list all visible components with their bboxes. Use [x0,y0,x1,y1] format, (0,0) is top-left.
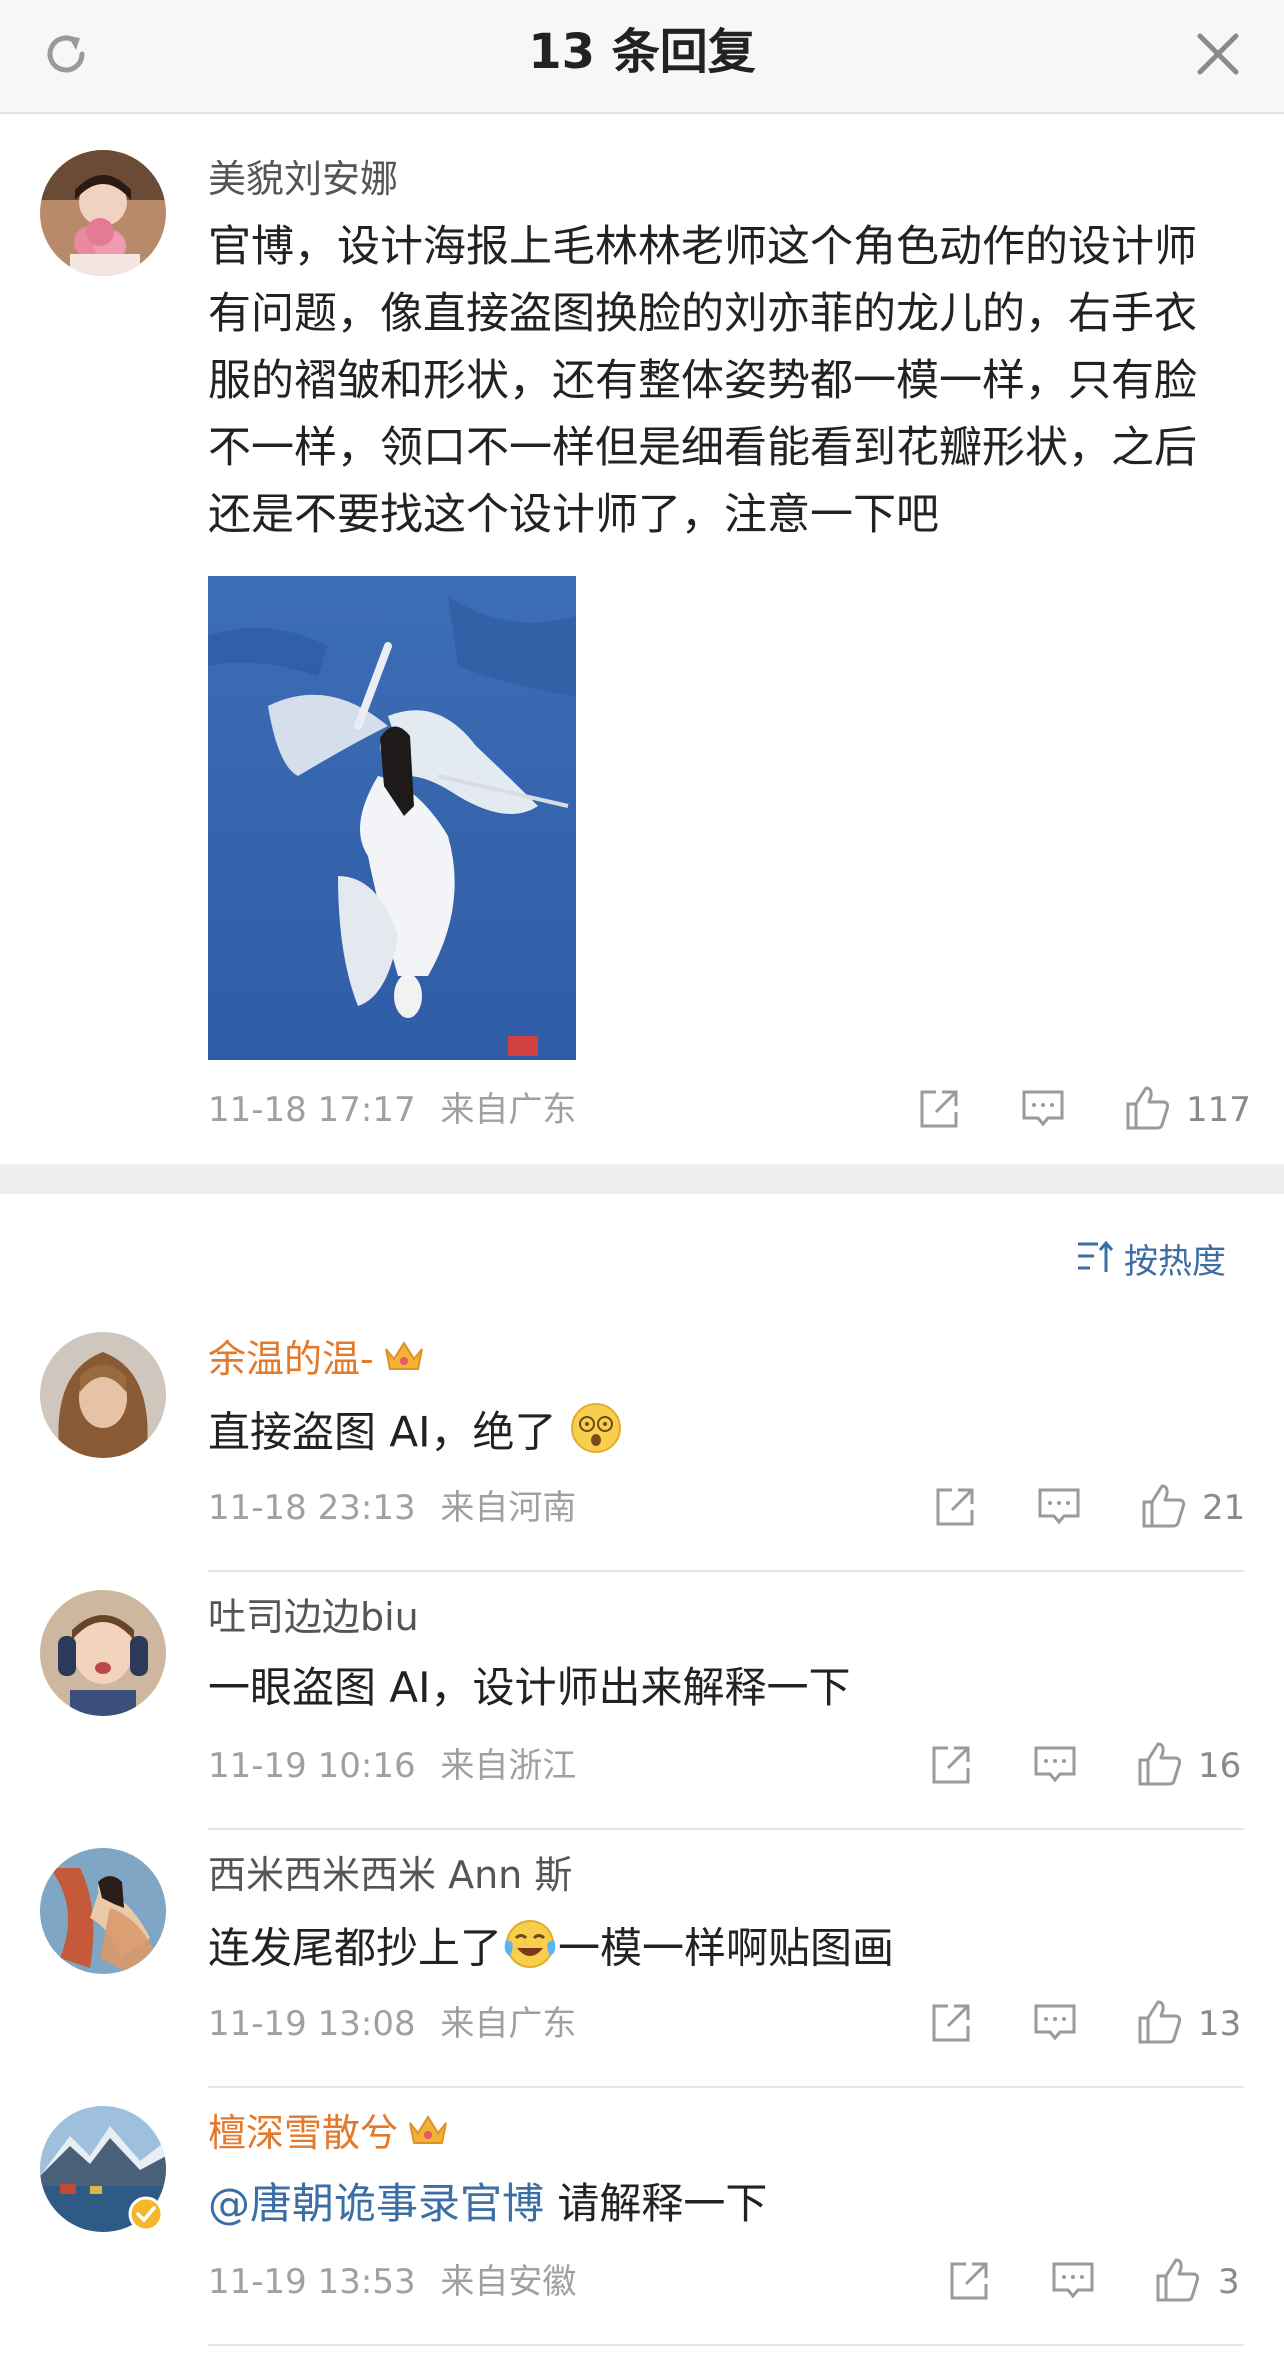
original-comment: 美貌刘安娜 官博，设计海报上毛林林老师这个角色动作的设计师有问题，像直接盗图换脸… [0,114,1284,1164]
share-icon[interactable] [946,2258,992,2304]
reply-time: 11-19 10:16 [208,1746,416,1786]
reply-text: @唐朝诡事录官博 请解释一下 [208,2179,768,2228]
like-icon[interactable] [1124,1084,1170,1130]
reply-username[interactable]: 西米西米西米 Ann 斯 [208,1850,572,1900]
comment-icon[interactable] [1032,2000,1078,2046]
reply-meta: 11-19 10:16 来自浙江 [208,1744,576,1788]
like-count: 21 [1202,1488,1246,1528]
sort-icon [1078,1240,1114,1272]
vip-crown-icon [406,2111,450,2161]
section-divider [0,1164,1284,1194]
like-icon[interactable] [1154,2256,1200,2302]
vip-crown-icon [382,1337,426,1387]
verified-badge-icon [128,2196,164,2232]
reply-username[interactable]: 吐司边边biu [208,1592,419,1642]
share-icon[interactable] [932,1484,978,1530]
comment-icon[interactable] [1036,1484,1082,1530]
reply-text: 一眼盗图 AI，设计师出来解释一下 [208,1663,851,1712]
reply-username[interactable]: 檀深雪散兮 [208,2108,450,2161]
comment-icon[interactable] [1020,1086,1066,1132]
reply-meta: 11-18 23:13 来自河南 [208,1486,576,1530]
post-text: 官博，设计海报上毛林林老师这个角色动作的设计师有问题，像直接盗图换脸的刘亦菲的龙… [208,222,1197,540]
reply-username[interactable]: 余温的温- [208,1334,426,1387]
reply-time: 11-19 13:08 [208,2004,416,2044]
mention-link[interactable]: @唐朝诡事录官博 [208,2179,544,2228]
like-icon[interactable] [1140,1482,1186,1528]
reply-source: 来自安徽 [440,2262,577,2302]
like-count: 16 [1198,1746,1242,1786]
comment-icon[interactable] [1050,2258,1096,2304]
avatar[interactable] [40,1332,166,1458]
post-username[interactable]: 美貌刘安娜 [208,154,398,204]
reply-meta: 11-19 13:08 来自广东 [208,2002,576,2046]
reply-text: 直接盗图 AI，绝了 [208,1402,622,1468]
reply-source: 来自河南 [440,1488,577,1528]
close-icon[interactable] [1190,26,1246,82]
reply-time: 11-18 23:13 [208,1488,416,1528]
reply-source: 来自浙江 [440,1746,577,1786]
avatar[interactable] [40,1590,166,1716]
post-photo[interactable] [208,576,576,1060]
like-count: 3 [1218,2262,1240,2302]
avatar[interactable] [40,1848,166,1974]
share-icon[interactable] [928,1742,974,1788]
reply-item: 吐司边边biu 一眼盗图 AI，设计师出来解释一下 11-19 10:16 来自… [0,1572,1284,1830]
comment-icon[interactable] [1032,1742,1078,1788]
crying-laughing-emoji [502,1918,558,1984]
reply-item: 西米西米西米 Ann 斯 连发尾都抄上了 一模一样啊贴图画 11-19 13:08… [0,1830,1284,2088]
share-icon[interactable] [916,1086,962,1132]
post-time: 11-18 17:17 [208,1090,416,1130]
sort-label: 按热度 [1124,1241,1226,1282]
like-icon[interactable] [1136,1740,1182,1786]
like-count: 117 [1186,1090,1251,1130]
header-bar: 13 条回复 [0,0,1284,114]
page-title: 13 条回复 [528,24,756,80]
sort-toggle[interactable]: 按热度 [1076,1234,1226,1282]
post-meta: 11-18 17:17 来自广东 [208,1088,576,1132]
reply-source: 来自广东 [440,2004,577,2044]
reply-item: 余温的温- 直接盗图 AI，绝了 11-18 23:13 来自河南 21 [0,1314,1284,1572]
share-icon[interactable] [928,2000,974,2046]
avatar[interactable] [40,2106,166,2232]
post-source: 来自广东 [440,1090,577,1130]
reply-text: 连发尾都抄上了 一模一样啊贴图画 [208,1918,894,1984]
dizzy-face-emoji [570,1402,622,1468]
reply-item: 檀深雪散兮 @唐朝诡事录官博 请解释一下 11-19 13:53 来自安徽 3 [0,2088,1284,2346]
reply-time: 11-19 13:53 [208,2262,416,2302]
like-icon[interactable] [1136,1998,1182,2044]
avatar[interactable] [40,150,166,276]
reply-meta: 11-19 13:53 来自安徽 [208,2260,576,2304]
divider [208,2344,1244,2346]
like-count: 13 [1198,2004,1242,2044]
